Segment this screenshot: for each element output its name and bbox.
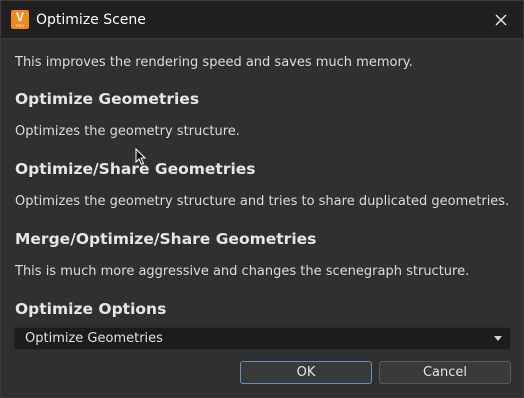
section-heading-merge-optimize-share-geometries: Merge/Optimize/Share Geometries	[15, 230, 317, 248]
mouse-pointer-icon	[135, 148, 147, 166]
intro-text: This improves the rendering speed and sa…	[15, 55, 413, 70]
section-description-merge-optimize-share-geometries: This is much more aggressive and changes…	[15, 264, 470, 279]
optimize-scene-dialog: V PRO Optimize Scene This improves the r…	[0, 0, 524, 398]
ok-button[interactable]: OK	[240, 361, 372, 384]
options-heading: Optimize Options	[15, 300, 167, 318]
close-button[interactable]	[491, 10, 511, 30]
chevron-down-icon	[494, 336, 502, 341]
section-description-optimize-geometries: Optimizes the geometry structure.	[15, 124, 240, 139]
window-title: Optimize Scene	[36, 12, 146, 28]
section-heading-optimize-geometries: Optimize Geometries	[15, 90, 200, 108]
app-icon-letter: V	[15, 10, 24, 24]
close-icon	[495, 14, 507, 26]
cancel-button[interactable]: Cancel	[379, 361, 511, 384]
app-icon: V PRO	[11, 10, 29, 29]
optimize-options-dropdown[interactable]: Optimize Geometries	[14, 327, 511, 350]
optimize-options-value: Optimize Geometries	[25, 331, 163, 346]
app-icon-badge: PRO	[15, 23, 25, 28]
section-description-optimize-share-geometries: Optimizes the geometry structure and tri…	[15, 194, 510, 209]
title-bar: V PRO Optimize Scene	[1, 1, 523, 39]
